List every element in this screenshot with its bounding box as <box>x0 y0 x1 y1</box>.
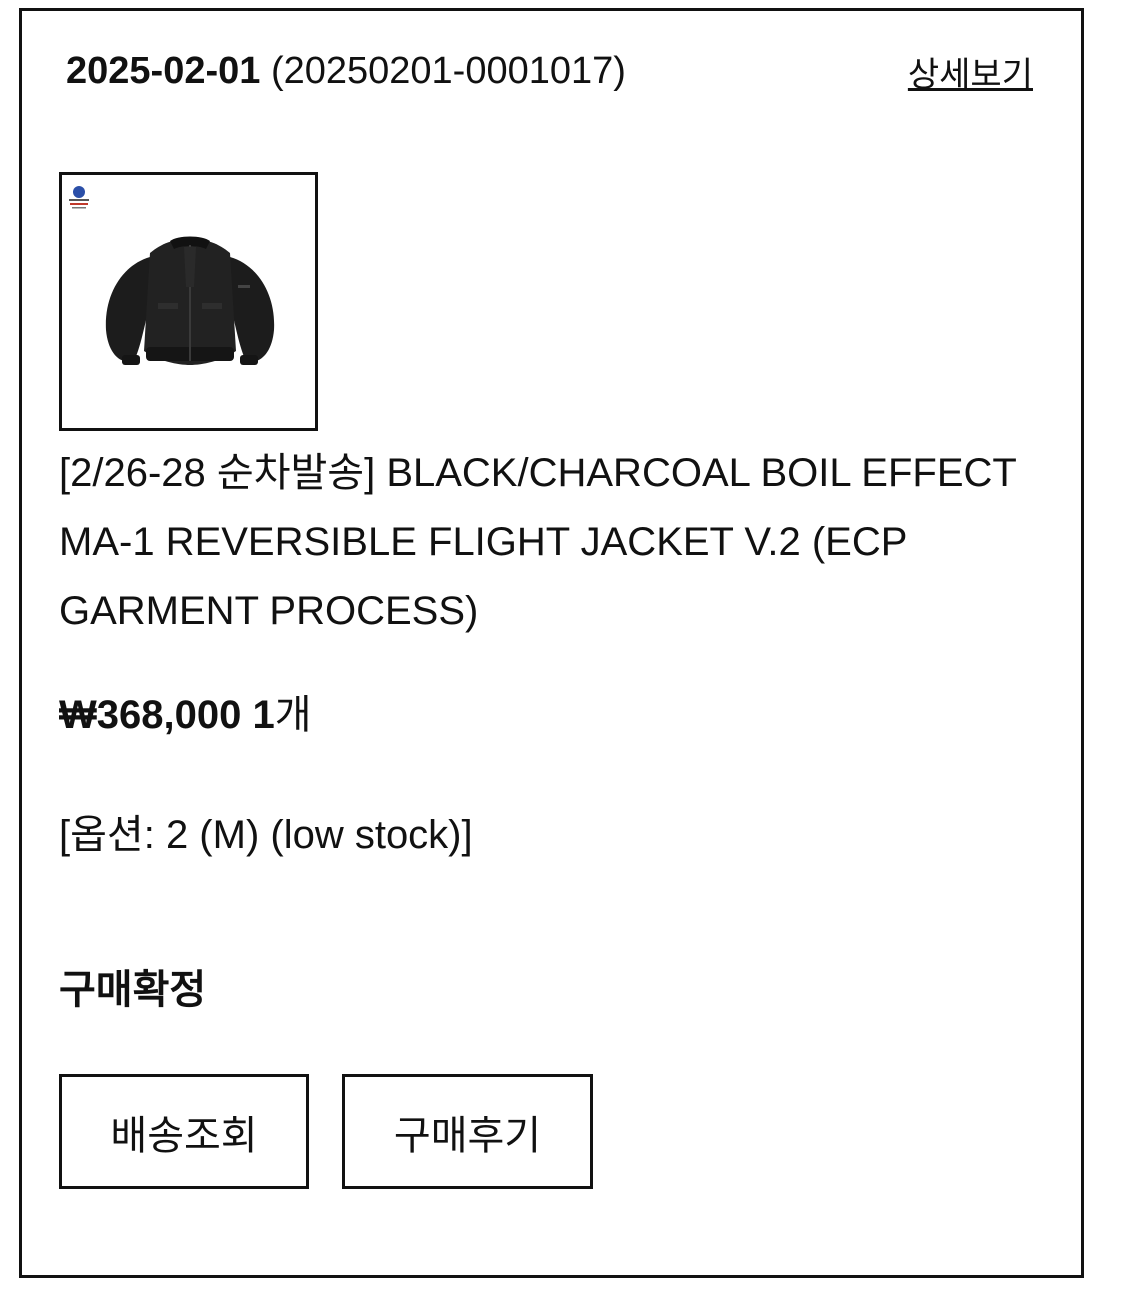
quantity-unit: 개 <box>274 693 312 737</box>
product-name[interactable]: [2/26-28 순차발송] BLACK/CHARCOAL BOIL EFFEC… <box>59 439 1049 646</box>
view-details-link[interactable]: 상세보기 <box>908 55 1033 96</box>
write-review-button[interactable]: 구매후기 <box>342 1074 593 1189</box>
price-line: ₩368,000 1개 <box>59 691 312 739</box>
order-date: 2025-02-01 <box>66 50 261 92</box>
product-price: ₩368,000 <box>59 693 242 737</box>
product-thumbnail[interactable] <box>59 172 318 431</box>
order-status: 구매확정 <box>59 968 207 1012</box>
track-delivery-button[interactable]: 배송조회 <box>59 1074 309 1189</box>
product-option: [옵션: 2 (M) (low stock)] <box>59 813 473 857</box>
order-card: 2025-02-01 (20250201-0001017) 상세보기 [2/26… <box>19 8 1084 1278</box>
order-header: 2025-02-01 (20250201-0001017) <box>66 49 626 95</box>
quantity-number: 1 <box>252 693 275 737</box>
order-number: (20250201-0001017) <box>270 50 626 92</box>
jacket-product-image <box>62 175 315 428</box>
